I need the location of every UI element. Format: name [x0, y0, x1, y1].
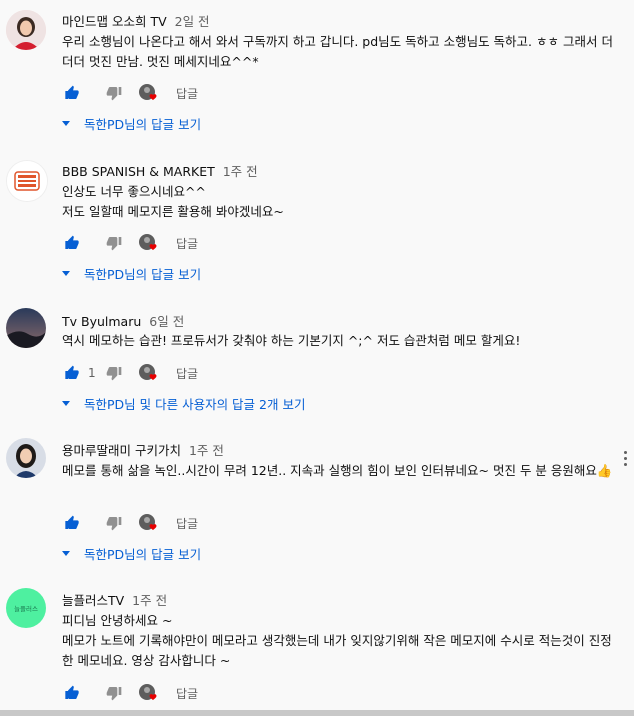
creator-heart — [138, 83, 158, 103]
comment-header: 늘플러스TV 1주 전 — [62, 590, 167, 609]
comment-actions: 답글 — [62, 683, 198, 703]
reply-button[interactable]: 답글 — [176, 85, 198, 102]
caret-down-icon — [62, 401, 70, 406]
creator-heart-icon — [139, 684, 157, 700]
view-replies-button[interactable]: 독한PD님의 답글 보기 — [62, 114, 201, 133]
comment-actions: 답글 — [62, 83, 198, 103]
view-replies-label: 독한PD님 및 다른 사용자의 답글 2개 보기 — [84, 397, 306, 412]
avatar[interactable] — [6, 10, 46, 50]
like-button[interactable] — [62, 513, 82, 533]
view-replies-label: 독한PD님의 답글 보기 — [84, 547, 202, 562]
avatar[interactable] — [6, 438, 46, 478]
creator-heart-icon — [139, 364, 157, 380]
comment-actions: 답글 — [62, 513, 198, 533]
comment-author[interactable]: 마인드맵 오소희 TV — [62, 14, 167, 29]
avatar-image — [6, 308, 46, 348]
like-count: 1 — [88, 366, 96, 380]
comment-time[interactable]: 1주 전 — [223, 164, 258, 179]
reply-button[interactable]: 답글 — [176, 235, 198, 252]
thumbs-down-icon — [106, 517, 122, 531]
avatar[interactable] — [6, 160, 48, 202]
avatar-image — [6, 438, 46, 478]
view-replies-button[interactable]: 독한PD님의 답글 보기 — [62, 264, 201, 283]
comment-time[interactable]: 1주 전 — [189, 443, 224, 458]
creator-heart-icon — [139, 234, 157, 250]
comment-time[interactable]: 2일 전 — [175, 14, 210, 29]
comment-actions: 1 답글 — [62, 363, 198, 383]
kebab-dot — [624, 463, 627, 466]
thumbs-down-icon — [106, 687, 122, 701]
thumbs-down-icon — [106, 87, 122, 101]
comment-header: Tv Byulmaru 6일 전 — [62, 311, 184, 330]
horizontal-scrollbar[interactable] — [0, 710, 634, 716]
comment-author[interactable]: 늘플러스TV — [62, 593, 124, 608]
like-button[interactable] — [62, 683, 82, 703]
comment-text: 인상도 너무 좋으시네요^^ 저도 일할때 메모지른 활용해 봐야겠네요~ — [62, 184, 284, 219]
comment-text: 역시 메모하는 습관! 프로듀서가 갖춰야 하는 기본기지 ^;^ 저도 습관처… — [62, 333, 521, 348]
comment-text: 피디님 안녕하세요 ~ 메모가 노트에 기록해야만이 메모라고 생각했는데 내가… — [62, 613, 612, 668]
dislike-button[interactable] — [104, 233, 124, 253]
view-replies-button[interactable]: 독한PD님의 답글 보기 — [62, 544, 201, 563]
comment-text: 메모를 통해 삶을 녹인..시간이 무려 12년.. 지속과 실행의 힘이 보인… — [62, 463, 613, 478]
more-actions-button[interactable] — [624, 451, 628, 466]
thumbs-down-icon — [106, 237, 122, 251]
creator-heart — [138, 513, 158, 533]
avatar-text: 늘플러스 — [14, 605, 38, 613]
dislike-button[interactable] — [104, 513, 124, 533]
dislike-button[interactable] — [104, 83, 124, 103]
caret-down-icon — [62, 551, 70, 556]
avatar[interactable]: 늘플러스 — [6, 588, 46, 628]
comment-header: BBB SPANISH & MARKET 1주 전 — [62, 161, 258, 180]
thumbs-up-icon — [65, 685, 79, 699]
comment-author[interactable]: 용마루딸래미 구키가치 — [62, 443, 181, 458]
comment-actions: 답글 — [62, 233, 198, 253]
thumbs-down-icon — [106, 367, 122, 381]
creator-heart — [138, 233, 158, 253]
thumbs-up-icon — [65, 85, 79, 99]
like-button[interactable] — [62, 363, 82, 383]
thumbs-up-icon — [65, 235, 79, 249]
creator-heart — [138, 683, 158, 703]
comment-time[interactable]: 1주 전 — [132, 593, 167, 608]
avatar[interactable] — [6, 308, 46, 348]
caret-down-icon — [62, 121, 70, 126]
comment-header: 용마루딸래미 구키가치 1주 전 — [62, 440, 224, 459]
comment-time[interactable]: 6일 전 — [149, 314, 184, 329]
dislike-button[interactable] — [104, 363, 124, 383]
avatar-image — [6, 10, 46, 50]
view-replies-button[interactable]: 독한PD님 및 다른 사용자의 답글 2개 보기 — [62, 394, 305, 413]
comment-author[interactable]: Tv Byulmaru — [62, 314, 141, 329]
like-button[interactable] — [62, 83, 82, 103]
like-button[interactable] — [62, 233, 82, 253]
comment-text: 우리 소행님이 나온다고 해서 와서 구독까지 하고 갑니다. pd님도 독하고… — [62, 34, 613, 69]
creator-heart — [138, 363, 158, 383]
thumbs-up-icon — [65, 515, 79, 529]
reply-button[interactable]: 답글 — [176, 365, 198, 382]
avatar-image — [7, 161, 47, 201]
comment-header: 마인드맵 오소희 TV 2일 전 — [62, 11, 210, 30]
reply-button[interactable]: 답글 — [176, 515, 198, 532]
kebab-dot — [624, 451, 627, 454]
view-replies-label: 독한PD님의 답글 보기 — [84, 267, 202, 282]
kebab-dot — [624, 457, 627, 460]
thumbs-up-icon — [65, 365, 79, 379]
creator-heart-icon — [139, 514, 157, 530]
view-replies-label: 독한PD님의 답글 보기 — [84, 117, 202, 132]
dislike-button[interactable] — [104, 683, 124, 703]
comment-author[interactable]: BBB SPANISH & MARKET — [62, 164, 215, 179]
caret-down-icon — [62, 271, 70, 276]
reply-button[interactable]: 답글 — [176, 685, 198, 702]
creator-heart-icon — [139, 84, 157, 100]
